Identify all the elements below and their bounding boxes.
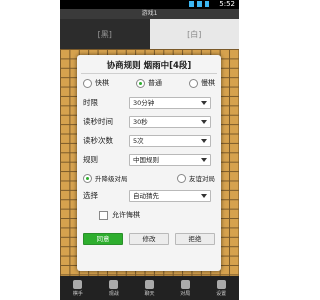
divider	[81, 73, 217, 74]
byoyomi-time-select[interactable]: 30秒	[129, 115, 211, 128]
nav-watch[interactable]: 观战	[108, 279, 119, 297]
nav-label: 聊天	[144, 290, 155, 297]
radio-indicator	[83, 78, 92, 88]
game-title: 游戏1	[60, 9, 239, 19]
agree-button[interactable]: 同意	[83, 233, 123, 245]
watch-icon	[109, 279, 119, 289]
time-limit-row: 时限 30分钟	[83, 96, 215, 109]
bottom-nav: 棋手 观战 聊天 对局 设置	[60, 276, 239, 300]
select-value: 中国规则	[133, 155, 159, 164]
radio-ranked[interactable]: 升降级对局	[83, 172, 128, 184]
nav-label: 观战	[108, 290, 119, 297]
radio-label: 升降级对局	[95, 175, 128, 183]
dialog-buttons: 同意 修改 拒绝	[83, 233, 215, 245]
modify-button[interactable]: 修改	[129, 233, 169, 245]
byoyomi-count-row: 读秒次数 5次	[83, 134, 215, 147]
dropdown-arrow-icon	[201, 138, 207, 143]
black-player: [黑]	[60, 19, 150, 49]
battery-icon	[205, 1, 209, 7]
rules-row: 规则 中国规则	[83, 153, 215, 166]
radio-indicator	[177, 173, 186, 183]
nav-players[interactable]: 棋手	[72, 279, 83, 297]
status-icons	[189, 1, 209, 7]
choose-row: 选择 自动猜先	[83, 189, 215, 202]
field-label: 规则	[83, 155, 98, 164]
radio-friendly[interactable]: 友谊对局	[177, 172, 215, 184]
radio-label: 友谊对局	[189, 175, 215, 183]
radio-indicator	[189, 78, 198, 88]
nav-chat[interactable]: 聊天	[144, 279, 155, 297]
status-bar: 5:52	[60, 0, 239, 9]
rules-select[interactable]: 中国规则	[129, 153, 211, 166]
status-time: 5:52	[219, 0, 235, 8]
signal-icon	[197, 1, 202, 7]
dropdown-arrow-icon	[201, 100, 207, 105]
dropdown-arrow-icon	[201, 157, 207, 162]
radio-indicator	[136, 78, 145, 88]
wifi-icon	[189, 1, 194, 7]
radio-normal[interactable]: 普通	[136, 77, 162, 89]
nav-game[interactable]: 对局	[180, 279, 191, 297]
players-bar: [黑] [白]	[60, 19, 239, 49]
byoyomi-time-row: 读秒时间 30秒	[83, 115, 215, 128]
field-label: 时限	[83, 98, 98, 107]
select-value: 30秒	[133, 117, 148, 126]
radio-label: 快棋	[95, 79, 109, 87]
radio-label: 慢棋	[201, 79, 215, 87]
checkbox-label: 允许悔棋	[112, 211, 140, 219]
time-limit-select[interactable]: 30分钟	[129, 96, 211, 109]
nav-label: 棋手	[72, 290, 83, 297]
radio-indicator	[83, 173, 92, 183]
field-label: 选择	[83, 191, 98, 200]
radio-label: 普通	[148, 79, 162, 87]
checkbox-box	[99, 210, 108, 220]
field-label: 读秒次数	[83, 136, 113, 145]
white-player: [白]	[149, 19, 239, 49]
choose-select[interactable]: 自动猜先	[129, 189, 211, 202]
radio-slow[interactable]: 慢棋	[189, 77, 215, 89]
select-value: 5次	[133, 136, 144, 145]
select-value: 30分钟	[133, 98, 155, 107]
select-value: 自动猜先	[133, 191, 159, 200]
reject-button[interactable]: 拒绝	[175, 233, 215, 245]
mode-radio-group: 升降级对局 友谊对局	[83, 172, 215, 184]
players-icon	[73, 279, 83, 289]
gear-icon	[216, 279, 226, 289]
speed-radio-group: 快棋 普通 慢棋	[83, 77, 221, 89]
field-label: 读秒时间	[83, 117, 113, 126]
dropdown-arrow-icon	[201, 193, 207, 198]
dialog-title: 协商规则 烟雨中[4段]	[106, 61, 192, 71]
nav-settings[interactable]: 设置	[216, 279, 227, 297]
negotiate-rules-dialog: 协商规则 烟雨中[4段] 快棋 普通 慢棋 时限 30分钟 读秒时间 30秒 读…	[77, 55, 221, 271]
radio-fast[interactable]: 快棋	[83, 77, 109, 89]
nav-label: 对局	[180, 290, 191, 297]
byoyomi-count-select[interactable]: 5次	[129, 134, 211, 147]
allow-undo-checkbox[interactable]: 允许悔棋	[99, 210, 140, 220]
chat-icon	[144, 279, 154, 289]
dropdown-arrow-icon	[201, 119, 207, 124]
game-icon	[180, 279, 190, 289]
nav-label: 设置	[216, 290, 227, 297]
